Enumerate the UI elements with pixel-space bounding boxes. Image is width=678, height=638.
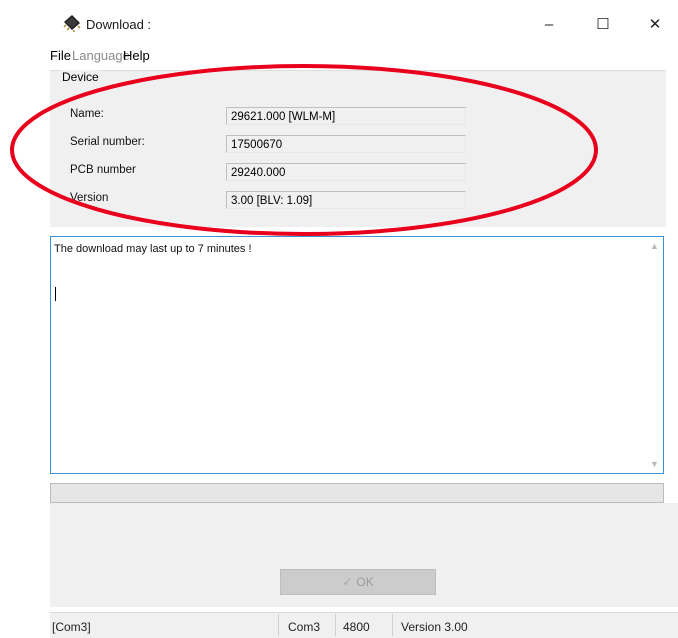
- ok-button-label: OK: [356, 575, 374, 589]
- log-message: The download may last up to 7 minutes !: [54, 243, 252, 255]
- chip-icon: [63, 15, 81, 32]
- serial-number-field: 17500670: [226, 135, 466, 153]
- log-textarea[interactable]: [50, 236, 664, 474]
- window-title: Download :: [86, 17, 152, 32]
- serial-number-label: Serial number:: [70, 136, 145, 148]
- name-label: Name:: [70, 108, 104, 120]
- version-field: 3.00 [BLV: 1.09]: [226, 191, 466, 209]
- ok-button[interactable]: ✓ OK: [280, 569, 436, 595]
- scroll-down-icon[interactable]: ▼: [646, 457, 663, 471]
- pcb-number-field: 29240.000: [226, 163, 466, 181]
- close-button[interactable]: ✕: [632, 10, 678, 40]
- name-field: 29621.000 [WLM-M]: [226, 107, 466, 125]
- checkmark-icon: ✓: [342, 575, 353, 589]
- log-scrollbar[interactable]: [646, 237, 663, 473]
- progress-bar: [50, 483, 664, 503]
- status-com: Com3: [288, 620, 321, 634]
- menu-help[interactable]: Help: [123, 48, 150, 63]
- status-version: Version 3.00: [401, 620, 468, 634]
- status-separator: [278, 614, 279, 636]
- device-group-label: Device: [60, 70, 101, 84]
- status-port: [Com3]: [52, 620, 91, 634]
- pcb-number-label: PCB number: [70, 164, 136, 176]
- menu-language[interactable]: Language: [72, 48, 130, 63]
- scroll-up-icon[interactable]: ▲: [646, 239, 663, 253]
- status-baud: 4800: [343, 620, 370, 634]
- menu-file[interactable]: File: [50, 48, 71, 63]
- text-caret: [55, 287, 56, 301]
- version-label: Version: [70, 192, 109, 204]
- status-separator: [335, 614, 336, 636]
- status-separator: [392, 614, 393, 636]
- minimize-button[interactable]: –: [526, 10, 572, 40]
- maximize-button[interactable]: ☐: [580, 10, 626, 40]
